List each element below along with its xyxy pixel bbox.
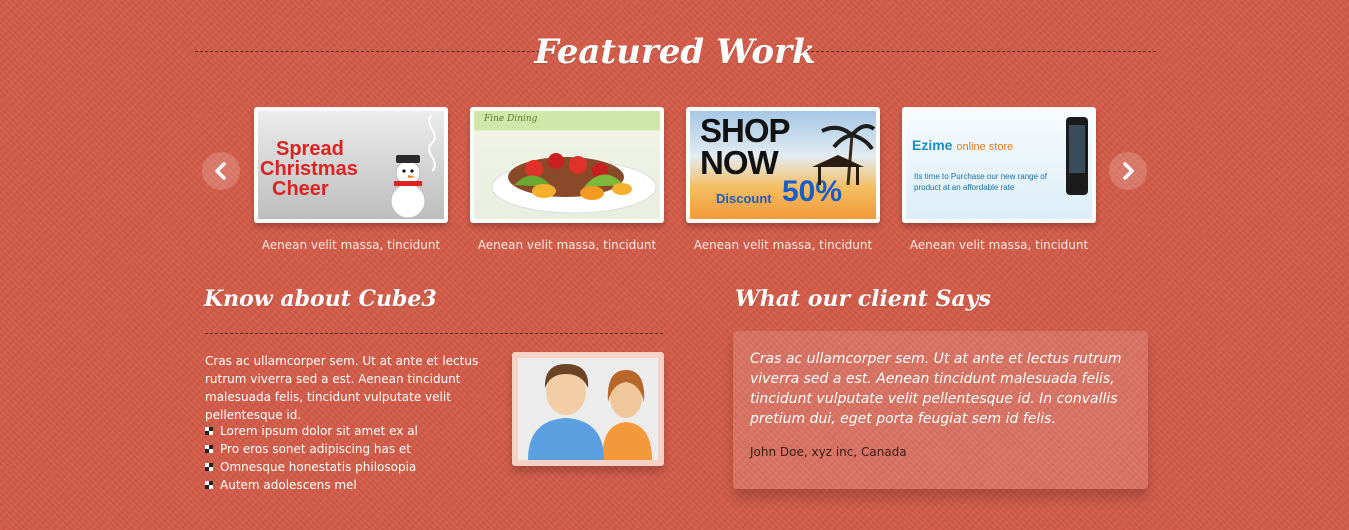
dish-illustration bbox=[491, 153, 657, 214]
ezime-brand: Ezime online store bbox=[912, 137, 1013, 153]
featured-thumb-2[interactable]: Fine Dining bbox=[470, 107, 664, 223]
shop-now-image: SHOP NOW Discount 50% bbox=[690, 111, 876, 219]
swirl-ornament-icon bbox=[428, 114, 436, 172]
now-word: NOW bbox=[700, 144, 779, 181]
christmas-text-1: Spread bbox=[276, 138, 344, 160]
christmas-text-2: Christmas bbox=[260, 158, 358, 180]
featured-divider-left bbox=[195, 51, 545, 52]
testimonial-box: Cras ac ullamcorper sem. Ut at ante et l… bbox=[733, 331, 1148, 489]
christmas-image: Spread Christmas Cheer bbox=[258, 111, 444, 219]
featured-divider-right bbox=[806, 51, 1156, 52]
about-list: Lorem ipsum dolor sit amet ex al Pro ero… bbox=[205, 422, 418, 494]
phone-icon bbox=[1066, 117, 1088, 195]
palm-hut-icon bbox=[812, 124, 876, 185]
featured-thumb-4[interactable]: Ezime online store Its time to Purchase … bbox=[902, 107, 1096, 223]
featured-thumb-1[interactable]: Spread Christmas Cheer bbox=[254, 107, 448, 223]
about-title: Know about Cube3 bbox=[204, 286, 437, 312]
ezime-name: Ezime bbox=[912, 137, 953, 153]
featured-thumb-3[interactable]: SHOP NOW Discount 50% bbox=[686, 107, 880, 223]
testimonial-quote: Cras ac ullamcorper sem. Ut at ante et l… bbox=[750, 351, 1122, 427]
food-image-text: Fine Dining bbox=[484, 114, 538, 124]
carousel-next-button[interactable] bbox=[1109, 152, 1147, 190]
testimonial-title: What our client Says bbox=[735, 286, 991, 312]
food-image: Fine Dining bbox=[474, 111, 660, 219]
ezime-promo: Its time to Purchase our new range of pr… bbox=[914, 172, 1047, 192]
featured-caption-4: Aenean velit massa, tincidunt bbox=[909, 238, 1089, 252]
list-item: Lorem ipsum dolor sit amet ex al bbox=[205, 422, 418, 440]
christmas-text-3: Cheer bbox=[272, 178, 329, 200]
shop-text: SHOP NOW bbox=[700, 114, 791, 181]
carousel-prev-button[interactable] bbox=[202, 152, 240, 190]
discount-text: Discount bbox=[716, 191, 772, 206]
list-item: Autem adolescens mel bbox=[205, 476, 418, 494]
featured-title: Featured Work bbox=[534, 32, 816, 72]
list-item: Pro eros sonet adipiscing has et bbox=[205, 440, 418, 458]
featured-caption-3: Aenean velit massa, tincidunt bbox=[693, 238, 873, 252]
ezime-tagline: online store bbox=[956, 141, 1014, 153]
users-avatar-icon bbox=[528, 364, 652, 460]
featured-caption-1: Aenean velit massa, tincidunt bbox=[261, 238, 441, 252]
ezime-store-image: Ezime online store Its time to Purchase … bbox=[906, 111, 1092, 219]
featured-caption-2: Aenean velit massa, tincidunt bbox=[477, 238, 657, 252]
chevron-right-icon bbox=[1123, 162, 1134, 180]
chevron-left-icon bbox=[215, 162, 226, 180]
about-divider bbox=[205, 333, 663, 334]
about-paragraph: Cras ac ullamcorper sem. Ut at ante et l… bbox=[205, 354, 479, 422]
list-item: Omnesque honestatis philosopia bbox=[205, 458, 418, 476]
testimonial-author: John Doe, xyz inc, Canada bbox=[750, 445, 907, 459]
about-avatar-frame bbox=[512, 352, 664, 466]
